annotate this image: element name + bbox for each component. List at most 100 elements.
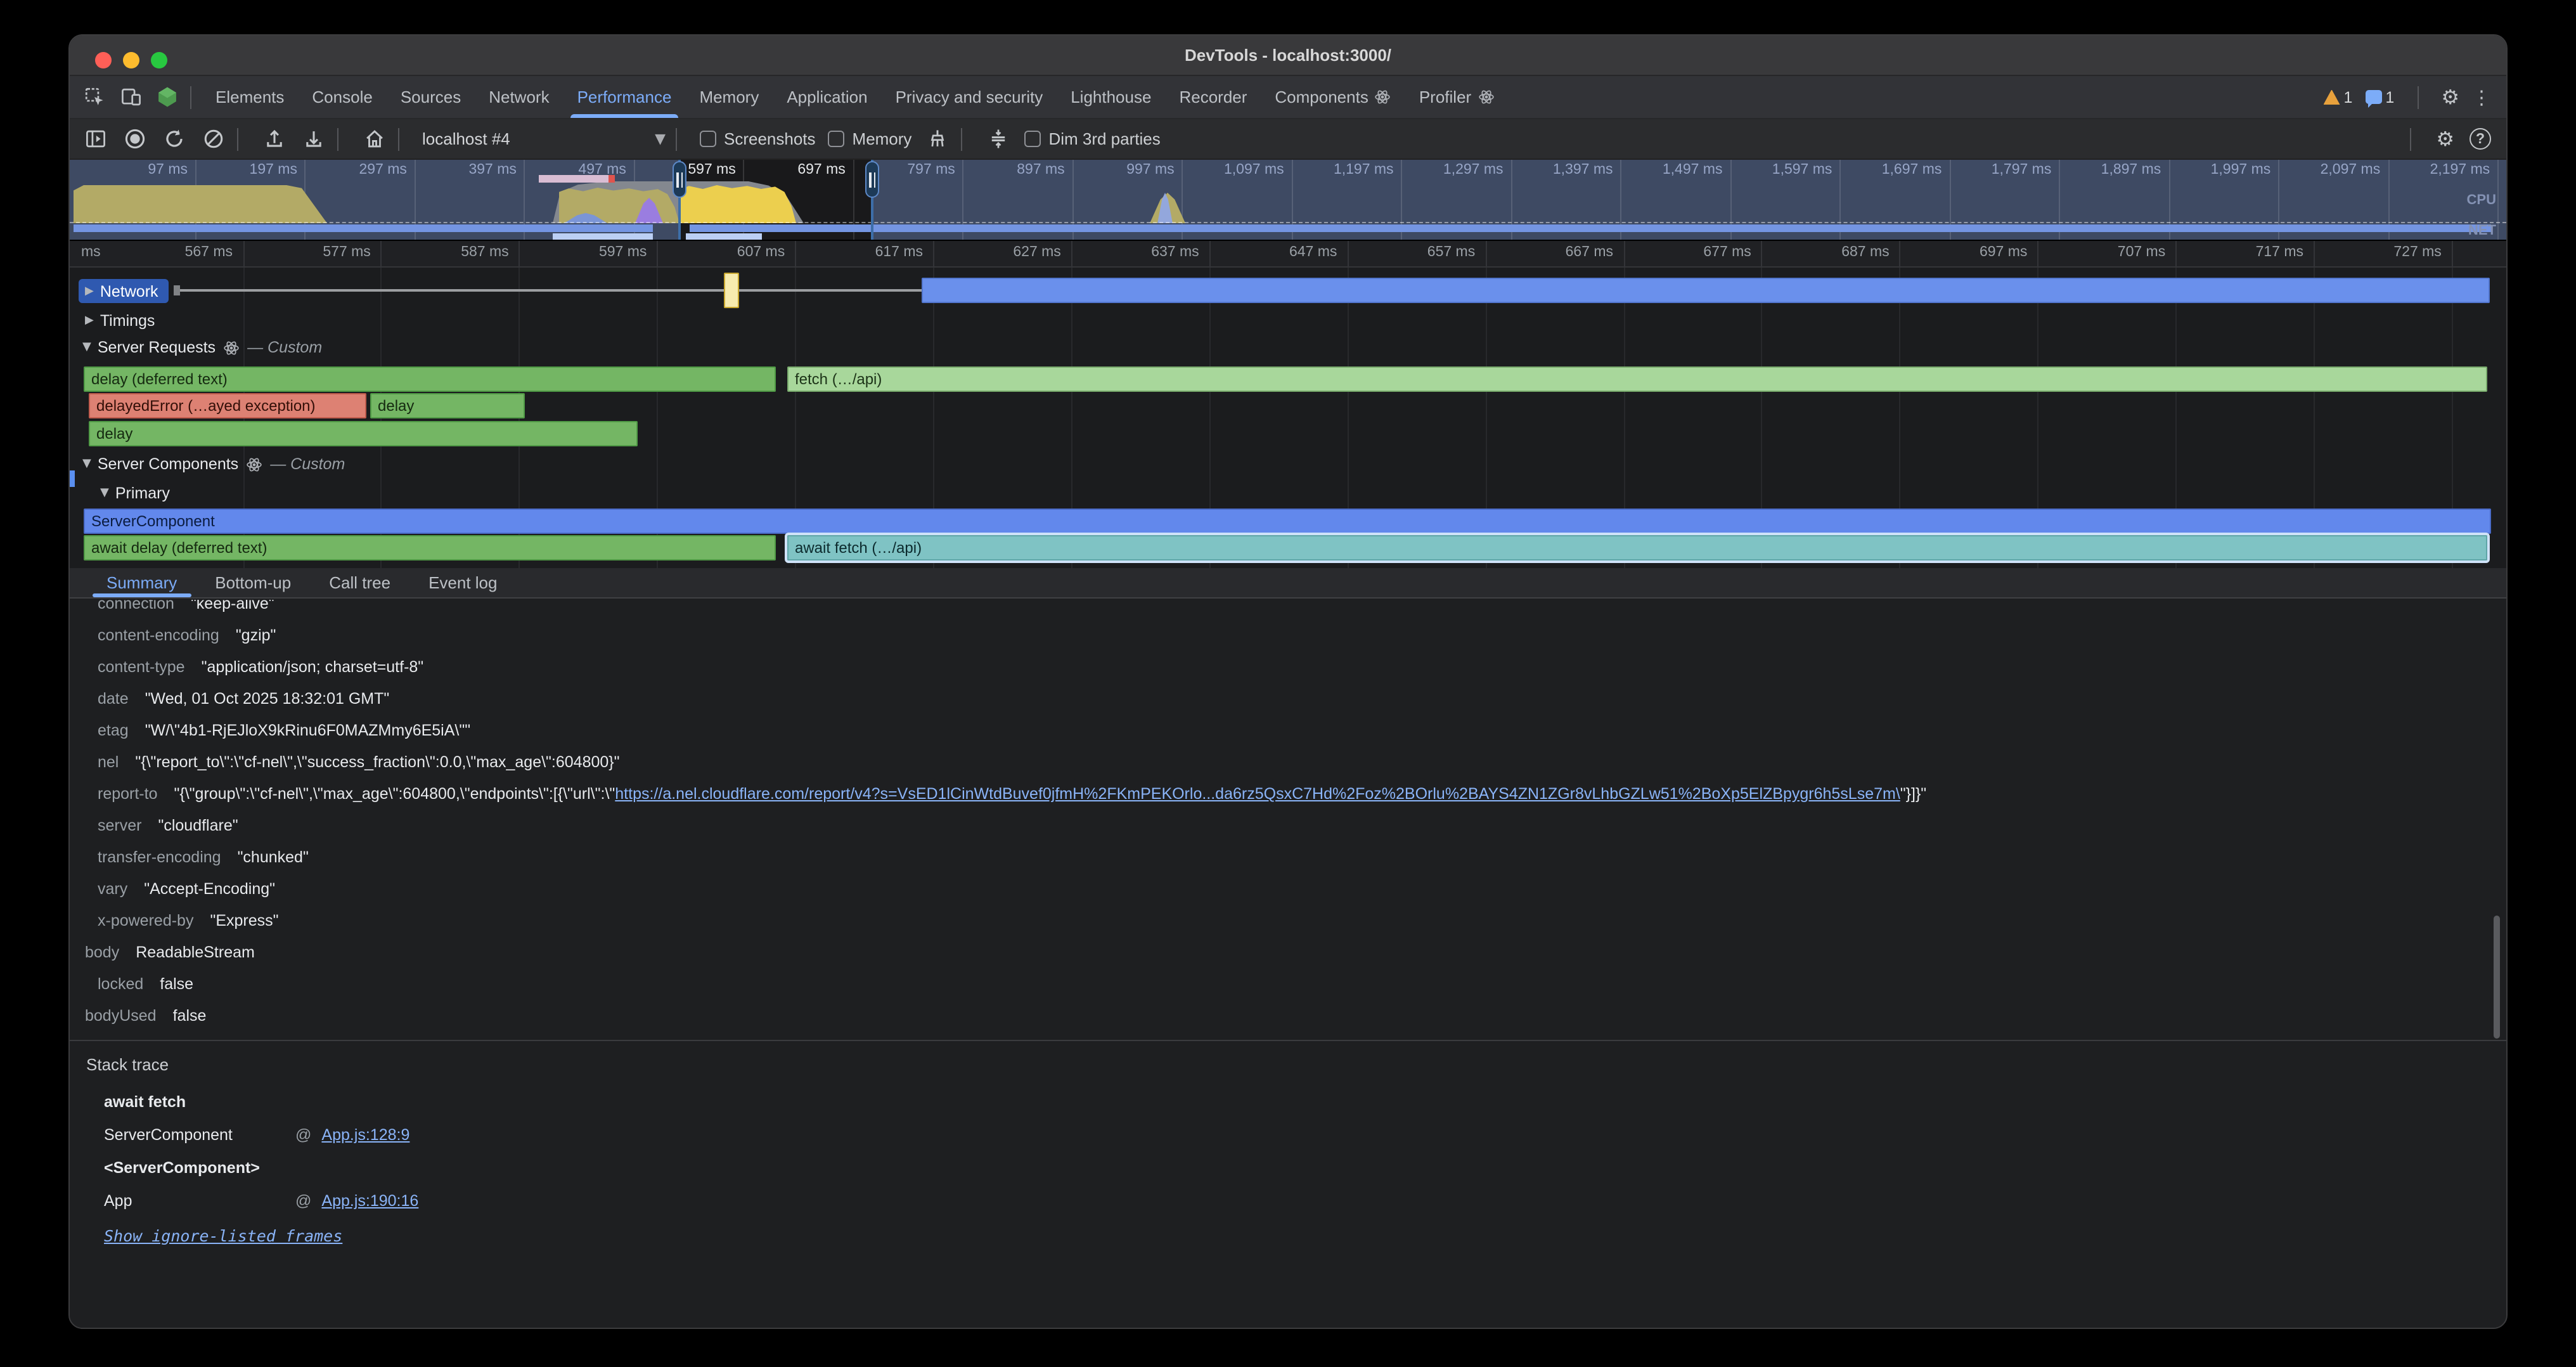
track-label-network[interactable]: ▶Network [79,279,169,303]
summary-property-row: bodyReadableStream [70,937,2506,969]
track-label-text: Network [100,282,158,300]
timeline-entry[interactable]: delayedError (…ayed exception) [89,393,366,418]
track-row-server-components: ▼Server Components— Custom [70,453,2506,479]
track-row-bars: delayedError (…ayed exception)delay [70,393,2506,420]
tab-console[interactable]: Console [298,76,386,118]
tab-components[interactable]: Components [1261,76,1405,118]
summary-property-row: vary"Accept-Encoding" [70,874,2506,905]
help-icon[interactable]: ? [2470,128,2491,150]
ruler-tick-label: 577 ms [323,245,370,260]
tab-label: Components [1275,87,1368,107]
overview-tick-label: 1,797 ms [1992,162,2052,178]
node-badge-icon[interactable] [155,84,180,110]
timeline-overview[interactable]: 97 ms197 ms297 ms397 ms497 ms597 ms697 m… [70,160,2506,241]
screenshots-label: Screenshots [724,129,816,148]
report-endpoint-link[interactable]: https://a.nel.cloudflare.com/report/v4?s… [615,785,1900,803]
overview-activity-shape [74,185,327,223]
summary-property-row: content-encoding"gzip" [70,620,2506,652]
kebab-menu-icon[interactable]: ⋮ [2472,86,2491,108]
messages-counter[interactable]: 1 [2365,88,2394,106]
track-row-bars: await delay (deferred text) await fetch (… [70,535,2506,562]
tab-recorder[interactable]: Recorder [1165,76,1261,118]
property-value: "application/json; charset=utf-8" [202,658,424,676]
property-key: x-powered-by [98,912,193,930]
overview-tick-label: 2,197 ms [2430,162,2490,178]
tab-sources[interactable]: Sources [387,76,475,118]
inspect-element-icon[interactable] [81,84,106,110]
details-tab-event-log[interactable]: Event log [409,568,516,597]
group-label-server-components[interactable]: ▼Server Components— Custom [82,455,345,473]
timeline-entry[interactable]: delay [370,393,525,418]
group-label-server-requests[interactable]: ▼Server Requests— Custom [82,339,322,356]
overview-tick-label: 797 ms [907,162,955,178]
track-selection-indicator [70,470,75,487]
group-label-primary[interactable]: ▼Primary [100,484,170,502]
timeline-ruler[interactable]: ms567 ms577 ms587 ms597 ms607 ms617 ms62… [70,241,2506,268]
stack-frame: <ServerComponent> [86,1151,2506,1184]
show-ignore-listed-frames-link[interactable]: Show ignore-listed frames [104,1221,342,1252]
ruler-tick-label: 587 ms [461,245,508,260]
history-dropdown[interactable]: localhost #4 ▼ [422,129,666,148]
dim-3rd-parties-checkbox[interactable] [1024,131,1041,147]
tab-application[interactable]: Application [773,76,881,118]
overview-tick-label: 1,397 ms [1553,162,1613,178]
clear-button[interactable] [199,125,227,153]
home-icon[interactable] [360,125,388,153]
details-tab-summary[interactable]: Summary [87,568,196,597]
frame-function-name: ServerComponent [104,1118,295,1151]
settings-gear-icon[interactable]: ⚙ [2441,85,2459,109]
selected-network-request-marker[interactable] [724,273,739,308]
timeline-entry-selected[interactable]: await fetch (…/api) [787,535,2487,560]
group-label-text: Server Requests [98,339,216,356]
frame-function-name: <ServerComponent> [104,1151,295,1184]
warnings-counter[interactable]: 1 [2324,88,2353,106]
property-key: content-type [98,658,185,676]
timeline-entry[interactable]: await delay (deferred text) [84,535,776,560]
react-atom-icon [1478,89,1494,105]
ruler-tick-label: 627 ms [1013,245,1060,260]
selection-left-handle[interactable] [673,161,686,198]
timeline-entry[interactable]: delay (deferred text) [84,366,776,392]
frame-source-link[interactable]: App.js:190:16 [321,1192,418,1210]
load-profile-icon[interactable] [260,125,288,153]
tab-privacy-and-security[interactable]: Privacy and security [882,76,1057,118]
network-activity-bar[interactable] [922,278,2490,303]
frame-source-link[interactable]: App.js:128:9 [321,1126,409,1144]
property-key: transfer-encoding [98,848,221,866]
details-tab-bottom-up[interactable]: Bottom-up [196,568,310,597]
devtools-tabbar: ElementsConsoleSourcesNetworkPerformance… [70,76,2506,119]
tab-elements[interactable]: Elements [202,76,298,118]
devtools-window: DevTools - localhost:3000/ ElementsConso… [68,34,2508,1329]
save-profile-icon[interactable] [299,125,327,153]
track-row-bars: delay (deferred text) fetch (…/api) [70,366,2506,393]
property-value: "Wed, 01 Oct 2025 18:32:01 GMT" [145,690,390,708]
summary-property-row: date"Wed, 01 Oct 2025 18:32:01 GMT" [70,684,2506,715]
tab-lighthouse[interactable]: Lighthouse [1057,76,1165,118]
show-sidebar-icon[interactable] [81,125,109,153]
details-tab-call-tree[interactable]: Call tree [310,568,409,597]
collapse-sections-icon[interactable] [984,125,1012,153]
screenshots-checkbox[interactable] [700,131,716,147]
tab-memory[interactable]: Memory [685,76,773,118]
memory-checkbox[interactable] [828,131,845,147]
device-toolbar-icon[interactable] [118,84,143,110]
ruler-tick [795,241,796,266]
timeline-entry[interactable]: ServerComponent [84,509,2491,534]
summary-scrollbar-thumb[interactable] [2494,916,2500,1039]
stack-frame: ServerComponent@App.js:128:9 [86,1118,2506,1151]
reload-record-button[interactable] [160,125,188,153]
tab-performance[interactable]: Performance [564,76,686,118]
overview-tick-label: 1,297 ms [1443,162,1504,178]
selection-right-handle[interactable] [865,161,879,198]
tab-profiler[interactable]: Profiler [1405,76,1508,118]
timeline-entry[interactable]: fetch (…/api) [787,366,2487,392]
record-button[interactable] [120,125,148,153]
divider [398,127,399,150]
tab-network[interactable]: Network [475,76,563,118]
timeline-entry[interactable]: delay [89,421,638,446]
capture-settings-gear-icon[interactable]: ⚙ [2436,127,2454,151]
property-value: "{\"group\":\"cf-nel\",\"max_age\":60480… [174,785,615,803]
ruler-tick [1485,241,1486,266]
track-label-timings[interactable]: ▶Timings [85,308,155,332]
garbage-collect-icon[interactable] [923,125,951,153]
